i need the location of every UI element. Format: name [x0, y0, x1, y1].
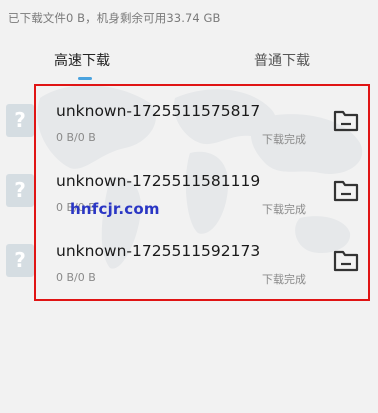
unknown-file-icon: ? [6, 174, 34, 207]
file-size: 0 B/0 B [56, 271, 96, 284]
folder-icon[interactable] [332, 246, 360, 274]
download-item[interactable]: ? unknown-1725511592173 0 B/0 B 下载完成 [0, 228, 378, 298]
file-name: unknown-1725511592173 [56, 242, 261, 260]
download-status: 下载完成 [262, 133, 306, 146]
download-tabs: 高速下载 普通下载 [0, 50, 378, 80]
file-name: unknown-1725511575817 [56, 102, 261, 120]
tab-high-speed-download[interactable]: 高速下载 [54, 50, 110, 70]
active-tab-indicator [78, 77, 92, 80]
unknown-file-icon: ? [6, 244, 34, 277]
file-name: unknown-1725511581119 [56, 172, 261, 190]
download-list: ? unknown-1725511575817 0 B/0 B 下载完成 ? u… [0, 88, 378, 298]
unknown-file-icon: ? [6, 104, 34, 137]
file-size: 0 B/0 B [56, 131, 96, 144]
watermark-text: hnfcjr.com [70, 200, 160, 218]
folder-icon[interactable] [332, 106, 360, 134]
folder-icon[interactable] [332, 176, 360, 204]
tab-normal-download[interactable]: 普通下载 [254, 50, 310, 70]
download-status: 下载完成 [262, 273, 306, 286]
download-status: 下载完成 [262, 203, 306, 216]
storage-summary: 已下载文件0 B，机身剩余可用33.74 GB [8, 11, 221, 25]
download-item[interactable]: ? unknown-1725511581119 0 B/0 B 下载完成 [0, 158, 378, 228]
download-item[interactable]: ? unknown-1725511575817 0 B/0 B 下载完成 [0, 88, 378, 158]
